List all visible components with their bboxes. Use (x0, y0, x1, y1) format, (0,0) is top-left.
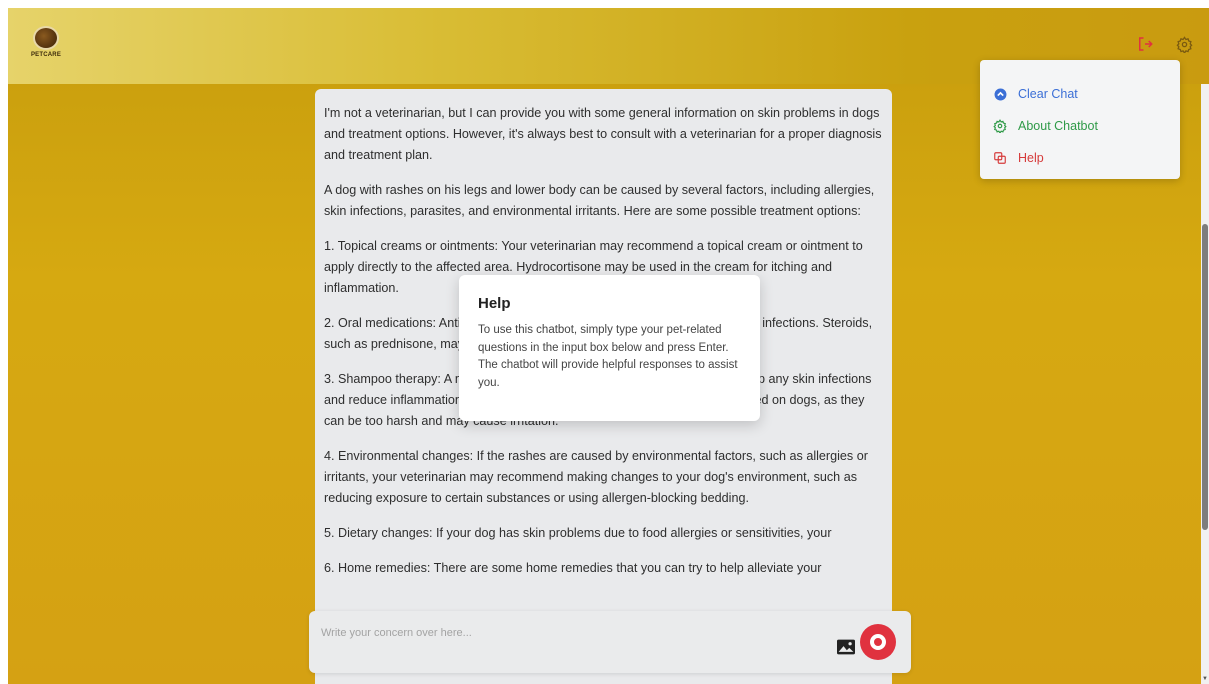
message-input[interactable] (321, 623, 801, 643)
menu-item-help[interactable]: Help (992, 142, 1180, 174)
gear-icon (992, 118, 1008, 134)
modal-title: Help (478, 295, 511, 312)
logout-icon (1139, 37, 1153, 51)
settings-button[interactable] (1172, 32, 1196, 56)
chat-paragraph: 6. Home remedies: There are some home re… (324, 561, 822, 575)
scroll-down-arrow-icon[interactable]: ▼ (1202, 676, 1208, 682)
menu-item-label: Help (1018, 151, 1044, 165)
menu-item-label: Clear Chat (1018, 87, 1078, 101)
clear-chat-icon (992, 86, 1008, 102)
scrollbar-thumb[interactable] (1202, 224, 1208, 530)
record-icon (870, 634, 886, 650)
settings-dropdown-menu: Clear Chat About Chatbot Help (980, 60, 1180, 179)
app-root: PETCARE I'm not a veterinarian, but I ca… (8, 8, 1209, 684)
menu-item-about-chatbot[interactable]: About Chatbot (992, 110, 1180, 142)
logo-text: PETCARE (30, 52, 62, 58)
help-icon (992, 150, 1008, 166)
chat-paragraph: 5. Dietary changes: If your dog has skin… (324, 526, 832, 540)
record-voice-button[interactable] (860, 624, 896, 660)
message-composer (309, 611, 911, 673)
chat-paragraph: A dog with rashes on his legs and lower … (324, 183, 875, 218)
chat-paragraph: I'm not a veterinarian, but I can provid… (324, 106, 882, 162)
menu-item-label: About Chatbot (1018, 119, 1098, 133)
help-modal: Help To use this chatbot, simply type yo… (459, 275, 760, 421)
gear-icon (1176, 35, 1192, 53)
logo-mark (33, 26, 59, 50)
petcare-logo[interactable]: PETCARE (28, 26, 64, 66)
menu-item-clear-chat[interactable]: Clear Chat (992, 78, 1180, 110)
image-icon (837, 639, 855, 655)
upload-image-button[interactable] (836, 638, 858, 658)
modal-body: To use this chatbot, simply type your pe… (478, 324, 738, 389)
logout-button[interactable] (1133, 32, 1157, 56)
chat-paragraph: 4. Environmental changes: If the rashes … (324, 449, 868, 505)
